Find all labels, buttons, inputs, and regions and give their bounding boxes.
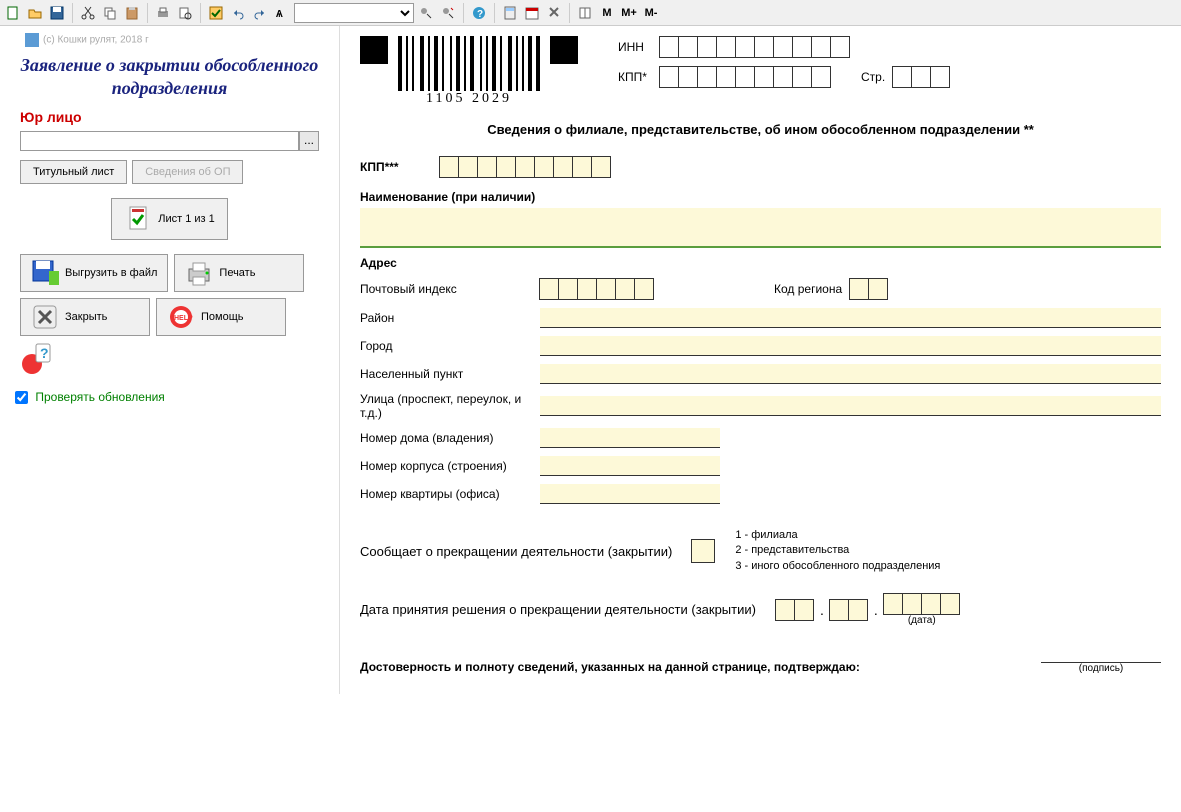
inn-label: ИНН [618,40,660,54]
kpp3-cells[interactable] [440,156,611,178]
find-icon[interactable]: Ѧ [272,3,292,23]
help-red-icon: HELP [167,303,195,331]
app-title: Заявление о закрытии обособленного подра… [5,49,334,106]
inn-cells[interactable] [660,36,850,58]
building-input[interactable] [540,456,720,476]
cut-icon[interactable] [78,3,98,23]
export-button[interactable]: Выгрузить в файл [20,254,168,292]
svg-text:?: ? [40,345,49,361]
postal-cells[interactable] [540,278,654,300]
svg-text:HELP: HELP [174,315,193,322]
building-label: Номер корпуса (строения) [360,459,540,473]
redo-icon[interactable] [250,3,270,23]
form-title: Сведения о филиале, представительстве, о… [360,107,1161,152]
barcode: 1105 2029 [398,36,540,107]
closure-label: Сообщает о прекращении деятельности (зак… [360,544,672,559]
date-year[interactable] [884,593,960,615]
m-plus-button[interactable]: M+ [619,3,639,23]
m-minus-button[interactable]: M- [641,3,661,23]
browse-button[interactable]: ... [299,131,319,151]
page-cells[interactable] [893,66,950,88]
apt-input[interactable] [540,484,720,504]
copy-icon[interactable] [100,3,120,23]
op-info-button[interactable]: Сведения об ОП [132,160,243,184]
marker-right [550,36,578,64]
close-button[interactable]: Закрыть [20,298,150,336]
check-updates-checkbox[interactable] [15,391,28,404]
book-icon[interactable] [575,3,595,23]
city-input[interactable] [540,336,1161,356]
entity-type: Юр лицо [5,106,334,128]
date-caption: (дата) [884,615,960,626]
region-cells[interactable] [850,278,888,300]
sheet-counter-button[interactable]: Лист 1 из 1 [111,198,228,240]
form-area: 1105 2029 ИНН КПП* Стр. Сведения о филиа… [340,26,1181,694]
decision-date-label: Дата принятия решения о прекращении деят… [360,602,756,617]
save-icon[interactable] [47,3,67,23]
toolbar: Ѧ ? M M+ M- [0,0,1181,26]
printer-icon [185,259,213,287]
check-icon[interactable] [206,3,226,23]
district-input[interactable] [540,308,1161,328]
signature-label: (подпись) [1041,663,1161,674]
toolbar-combo[interactable] [294,3,414,23]
apt-label: Номер квартиры (офиса) [360,487,540,501]
svg-text:Ѧ: Ѧ [275,9,283,20]
tool1-icon[interactable] [416,3,436,23]
sidebar: (с) Кошки рулят, 2018 г Заявление о закр… [0,26,340,694]
settings-icon[interactable] [544,3,564,23]
kpp-label: КПП* [618,70,660,84]
date-month[interactable] [830,599,868,621]
entity-input[interactable] [20,131,299,151]
locality-label: Населенный пункт [360,367,540,381]
district-label: Район [360,311,540,325]
preview-icon[interactable] [175,3,195,23]
print-button[interactable]: Печать [174,254,304,292]
region-label: Код региона [774,282,842,296]
name-label: Наименование (при наличии) [360,182,1161,208]
check-updates-label: Проверять обновления [35,390,164,404]
barcode-number: 1105 2029 [426,91,512,107]
copyright: (с) Кошки рулят, 2018 г [5,31,334,49]
page-label: Стр. [861,70,885,84]
closure-cell[interactable] [692,539,715,563]
calendar-icon[interactable] [522,3,542,23]
house-label: Номер дома (владения) [360,431,540,445]
floppy-icon [31,259,59,287]
paste-icon[interactable] [122,3,142,23]
help-q-icon[interactable]: ? [20,342,54,376]
kpp-cells[interactable] [660,66,831,88]
postal-label: Почтовый индекс [360,282,540,296]
date-day[interactable] [776,599,814,621]
kpp3-label: КПП*** [360,160,440,174]
house-input[interactable] [540,428,720,448]
address-label: Адрес [360,248,1161,274]
city-label: Город [360,339,540,353]
help-icon[interactable]: ? [469,3,489,23]
title-sheet-button[interactable]: Титульный лист [20,160,127,184]
close-x-icon [31,303,59,331]
sheet-icon [124,205,152,233]
confirm-label: Достоверность и полноту сведений, указан… [360,660,1041,674]
tool2-icon[interactable] [438,3,458,23]
m-button[interactable]: M [597,3,617,23]
print-icon[interactable] [153,3,173,23]
undo-icon[interactable] [228,3,248,23]
locality-input[interactable] [540,364,1161,384]
help-button[interactable]: HELP Помощь [156,298,286,336]
calc-icon[interactable] [500,3,520,23]
street-input[interactable] [540,396,1161,416]
closure-legend: 1 - филиала2 - представительства3 - иног… [735,528,940,574]
name-input[interactable] [360,208,1161,248]
info-icon [25,33,39,47]
svg-text:?: ? [477,9,483,20]
street-label: Улица (проспект, переулок, и т.д.) [360,392,540,420]
marker-left [360,36,388,64]
new-icon[interactable] [3,3,23,23]
open-icon[interactable] [25,3,45,23]
